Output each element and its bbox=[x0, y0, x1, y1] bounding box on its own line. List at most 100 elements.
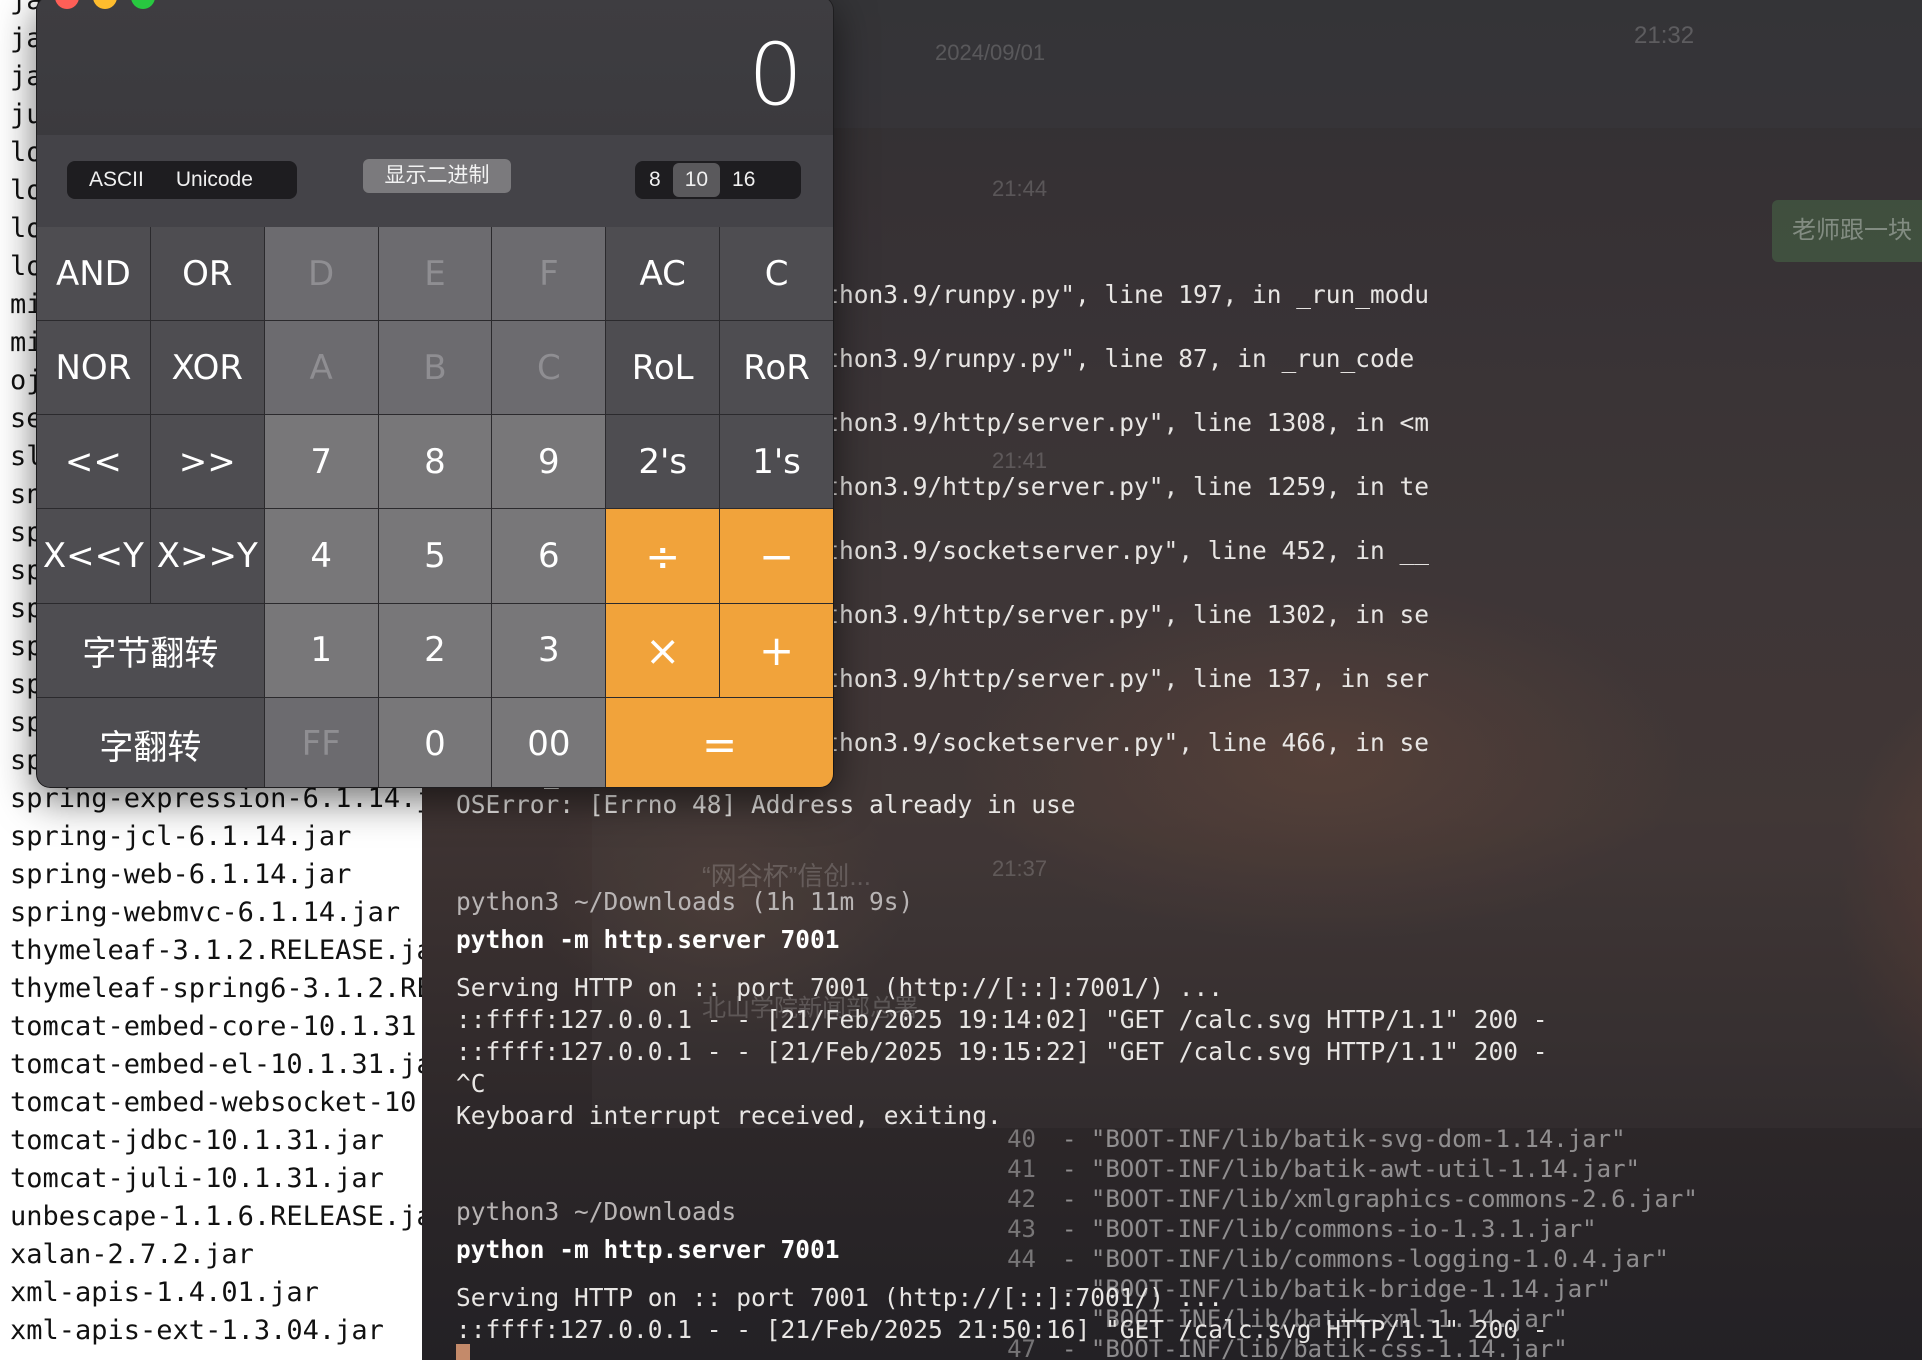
x-shift-left-y-key[interactable]: X<<Y bbox=[37, 509, 150, 603]
server-log-line: Serving HTTP on :: port 7001 (http://[::… bbox=[456, 1283, 1224, 1312]
error-line: OSError: [Errno 48] Address already in u… bbox=[456, 790, 1076, 819]
vim-line-number: 42 bbox=[1007, 1185, 1036, 1213]
file-list-item[interactable]: tomcat-embed-el-10.1.31.jar bbox=[10, 1046, 422, 1084]
command-1: python -m http.server 7001 bbox=[456, 925, 840, 954]
hex-f-key[interactable]: F bbox=[492, 227, 606, 321]
word-flip-key[interactable]: 字翻转 bbox=[37, 697, 264, 787]
digit-6-key[interactable]: 6 bbox=[492, 509, 606, 603]
file-list-item[interactable]: tomcat-embed-core-10.1.31.jar bbox=[10, 1008, 422, 1046]
byte-flip-key[interactable]: 字节翻转 bbox=[37, 603, 264, 697]
file-list-item[interactable]: xalan-2.7.2.jar bbox=[10, 1236, 422, 1274]
terminal-cursor bbox=[456, 1344, 470, 1360]
command-2: python -m http.server 7001 bbox=[456, 1235, 840, 1264]
digit-7-key[interactable]: 7 bbox=[264, 415, 378, 509]
x-shift-right-y-key[interactable]: X>>Y bbox=[150, 509, 264, 603]
or-key[interactable]: OR bbox=[150, 227, 264, 321]
file-list-item[interactable]: spring-webmvc-6.1.14.jar bbox=[10, 894, 422, 932]
vim-line-text: - "BOOT-INF/lib/batik-awt-util-1.14.jar" bbox=[1062, 1155, 1640, 1183]
file-list-item[interactable]: unbescape-1.1.6.RELEASE.jar bbox=[10, 1198, 422, 1236]
digit-8-key[interactable]: 8 bbox=[378, 415, 492, 509]
shift-left-key[interactable]: << bbox=[37, 415, 150, 509]
base-16-button[interactable]: 16 bbox=[720, 163, 767, 197]
vim-line-number: 43 bbox=[1007, 1215, 1036, 1243]
divide-key[interactable]: ÷ bbox=[606, 509, 720, 603]
multiply-key[interactable]: × bbox=[606, 603, 720, 697]
close-button[interactable] bbox=[55, 0, 79, 9]
shift-right-key[interactable]: >> bbox=[150, 415, 264, 509]
vim-line: 42 - "BOOT-INF/lib/xmlgraphics-commons-2.… bbox=[982, 1184, 1698, 1214]
digit-4-key[interactable]: 4 bbox=[264, 509, 378, 603]
calculator-window[interactable]: 0 ASCII Unicode 显示二进制 8 10 16 AND OR D E… bbox=[36, 0, 834, 788]
vim-line-text: - "BOOT-INF/lib/xmlgraphics-commons-2.6.… bbox=[1062, 1185, 1698, 1213]
server-log-line: ^C bbox=[456, 1069, 486, 1098]
vim-line: 41 - "BOOT-INF/lib/batik-awt-util-1.14.ja… bbox=[982, 1154, 1640, 1184]
cursor-line[interactable] bbox=[456, 1340, 470, 1360]
show-binary-button[interactable]: 显示二进制 bbox=[363, 159, 511, 193]
file-list-item[interactable]: tomcat-jdbc-10.1.31.jar bbox=[10, 1122, 422, 1160]
vim-line-text: - "BOOT-INF/lib/commons-logging-1.0.4.ja… bbox=[1062, 1245, 1669, 1273]
prompt-1: python3 ~/Downloads (1h 11m 9s) bbox=[456, 887, 914, 916]
vim-line: 44 - "BOOT-INF/lib/commons-logging-1.0.4.… bbox=[982, 1244, 1669, 1274]
rotate-left-key[interactable]: RoL bbox=[606, 321, 720, 415]
background-chat-time-2: 21:44 bbox=[992, 176, 1048, 201]
hex-c-key[interactable]: C bbox=[492, 321, 606, 415]
nor-key[interactable]: NOR bbox=[37, 321, 150, 415]
ascii-button[interactable]: ASCII bbox=[73, 163, 160, 197]
digit-9-key[interactable]: 9 bbox=[492, 415, 606, 509]
digit-1-key[interactable]: 1 bbox=[264, 603, 378, 697]
and-key[interactable]: AND bbox=[37, 227, 150, 321]
plus-key[interactable]: + bbox=[720, 603, 833, 697]
background-chat-date: 2024/09/01 bbox=[935, 40, 1046, 65]
hex-a-key[interactable]: A bbox=[264, 321, 378, 415]
base-10-button[interactable]: 10 bbox=[672, 163, 721, 197]
vim-line: 43 - "BOOT-INF/lib/commons-io-1.3.1.jar" bbox=[982, 1214, 1597, 1244]
file-list-item[interactable]: tomcat-embed-websocket-10.1.31.jar bbox=[10, 1084, 422, 1122]
hex-ff-key[interactable]: FF bbox=[264, 697, 378, 787]
file-list-item[interactable]: thymeleaf-spring6-3.1.2.RELEASE.jar bbox=[10, 970, 422, 1008]
vim-line-number: 44 bbox=[1007, 1245, 1036, 1273]
server-log-line: ::ffff:127.0.0.1 - - [21/Feb/2025 19:15:… bbox=[456, 1037, 1548, 1066]
background-chat-time-4: 21:37 bbox=[992, 856, 1048, 881]
minimize-button[interactable] bbox=[93, 0, 117, 9]
equals-key[interactable]: = bbox=[606, 697, 833, 787]
minus-key[interactable]: − bbox=[720, 509, 833, 603]
double-zero-key[interactable]: 00 bbox=[492, 697, 606, 787]
xor-key[interactable]: XOR bbox=[150, 321, 264, 415]
prompt-2: python3 ~/Downloads bbox=[456, 1197, 737, 1226]
file-list-item[interactable]: xml-apis-1.4.01.jar bbox=[10, 1274, 422, 1312]
vim-line: 40 - "BOOT-INF/lib/batik-svg-dom-1.14.jar… bbox=[982, 1124, 1625, 1154]
digit-0-key[interactable]: 0 bbox=[378, 697, 492, 787]
clear-key[interactable]: C bbox=[720, 227, 833, 321]
file-list-item[interactable]: thymeleaf-3.1.2.RELEASE.jar bbox=[10, 932, 422, 970]
base-segmented-control: 8 10 16 bbox=[635, 161, 801, 199]
file-list-item[interactable]: spring-web-6.1.14.jar bbox=[10, 856, 422, 894]
twos-complement-key[interactable]: 2's bbox=[606, 415, 720, 509]
vim-line-number: 40 bbox=[1007, 1125, 1036, 1153]
all-clear-key[interactable]: AC bbox=[606, 227, 720, 321]
vim-line-text: - "BOOT-INF/lib/commons-io-1.3.1.jar" bbox=[1062, 1215, 1597, 1243]
rotate-right-key[interactable]: RoR bbox=[720, 321, 833, 415]
keypad: AND OR D E F AC C NOR XOR A B C RoL RoR … bbox=[37, 227, 833, 787]
server-log-line: ::ffff:127.0.0.1 - - [21/Feb/2025 19:14:… bbox=[456, 1005, 1548, 1034]
file-list-item[interactable]: xml-apis-ext-1.3.04.jar bbox=[10, 1312, 422, 1350]
window-controls bbox=[55, 0, 169, 26]
programmer-toolbar: ASCII Unicode 显示二进制 8 10 16 bbox=[37, 135, 833, 227]
hex-b-key[interactable]: B bbox=[378, 321, 492, 415]
unicode-button[interactable]: Unicode bbox=[160, 163, 269, 197]
base-8-button[interactable]: 8 bbox=[637, 163, 673, 197]
file-list-item[interactable]: tomcat-juli-10.1.31.jar bbox=[10, 1160, 422, 1198]
hex-e-key[interactable]: E bbox=[378, 227, 492, 321]
vim-line-number: 41 bbox=[1007, 1155, 1036, 1183]
digit-2-key[interactable]: 2 bbox=[378, 603, 492, 697]
server-log-line: ::ffff:127.0.0.1 - - [21/Feb/2025 21:50:… bbox=[456, 1315, 1548, 1344]
digit-5-key[interactable]: 5 bbox=[378, 509, 492, 603]
background-chat-chip: 老师跟一块 bbox=[1772, 200, 1922, 262]
zoom-button[interactable] bbox=[131, 0, 155, 9]
file-list-item[interactable]: spring-jcl-6.1.14.jar bbox=[10, 818, 422, 856]
background-chat-time: 21:32 bbox=[1634, 22, 1695, 49]
server-log-line: Keyboard interrupt received, exiting. bbox=[456, 1101, 1002, 1130]
hex-d-key[interactable]: D bbox=[264, 227, 378, 321]
ones-complement-key[interactable]: 1's bbox=[720, 415, 833, 509]
server-log-line: Serving HTTP on :: port 7001 (http://[::… bbox=[456, 973, 1224, 1002]
digit-3-key[interactable]: 3 bbox=[492, 603, 606, 697]
